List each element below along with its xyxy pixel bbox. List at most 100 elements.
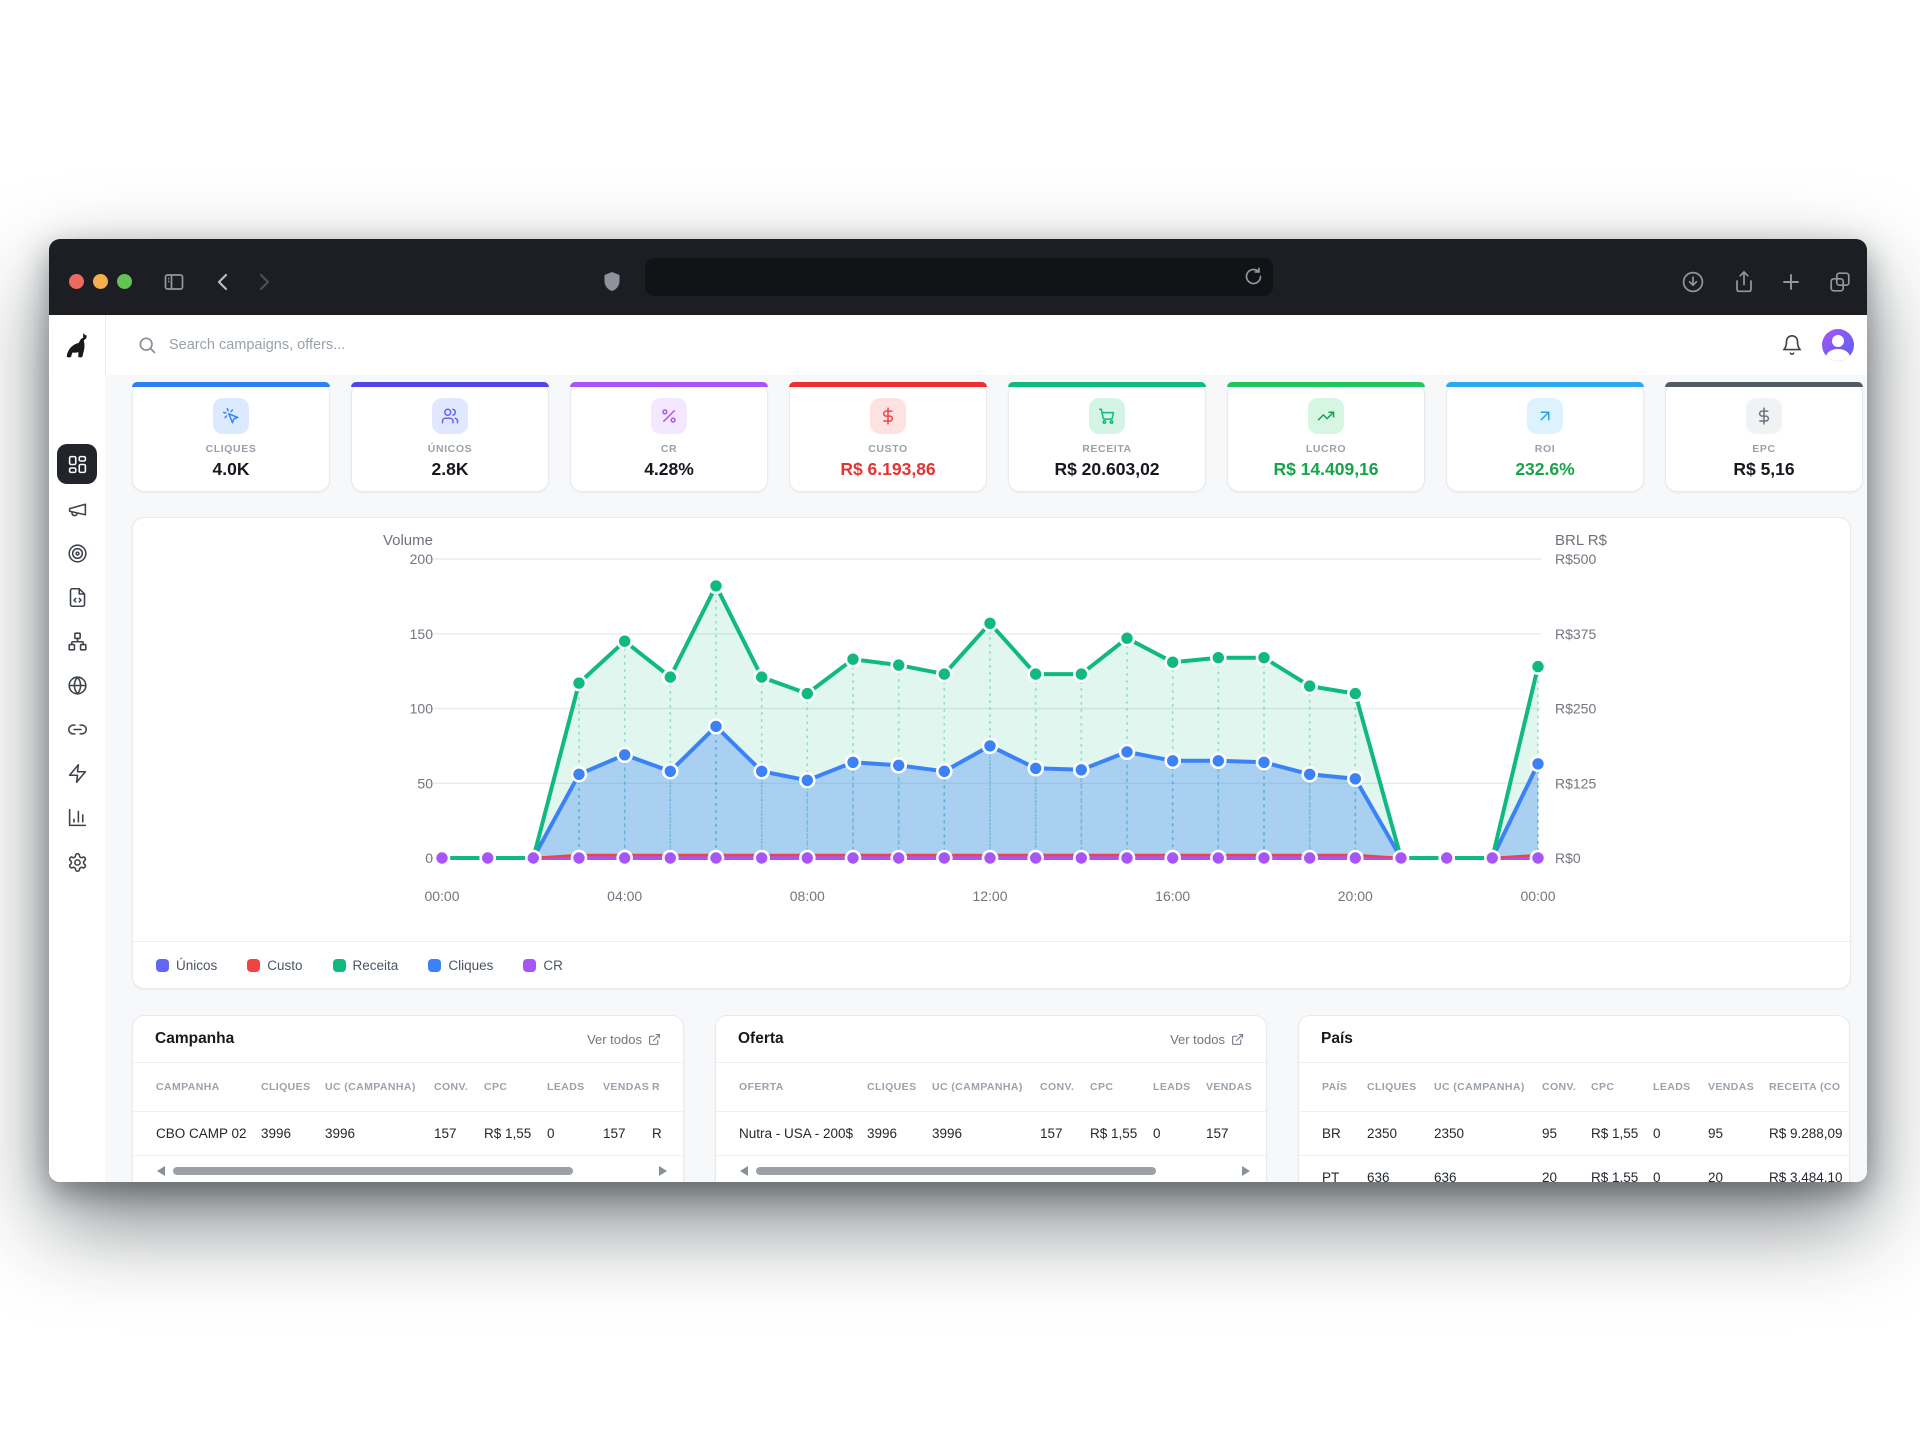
legend-item-cliques[interactable]: Cliques xyxy=(428,958,493,973)
kpi-value: R$ 14.409,16 xyxy=(1228,459,1424,480)
new-tab-icon[interactable] xyxy=(1779,270,1803,294)
scroll-right-arrow[interactable] xyxy=(659,1166,667,1176)
column-header: VENDAS xyxy=(1708,1081,1769,1093)
view-all-link[interactable]: Ver todos xyxy=(587,1032,661,1047)
kpi-row: CLIQUES 4.0K ÚNICOS 2.8K CR 4.28% CUSTO … xyxy=(132,382,1850,490)
kpi-card-cliques: CLIQUES 4.0K xyxy=(132,382,330,492)
legend-label: Custo xyxy=(267,958,302,973)
sidebar-item-dashboard-grid[interactable] xyxy=(57,444,97,484)
scrollbar-thumb[interactable] xyxy=(173,1167,573,1175)
browser-toolbar xyxy=(49,239,1867,315)
table-scrollbar[interactable] xyxy=(716,1162,1266,1180)
legend-item-receita[interactable]: Receita xyxy=(333,958,399,973)
table-cell: 95 xyxy=(1542,1126,1591,1141)
table-column-row: CAMPANHACLIQUESUC (CAMPANHA)CONV.CPCLEAD… xyxy=(133,1063,683,1112)
table-column-row: OFERTACLIQUESUC (CAMPANHA)CONV.CPCLEADSV… xyxy=(716,1063,1266,1112)
kpi-label: LUCRO xyxy=(1228,443,1424,455)
view-all-link[interactable]: Ver todos xyxy=(1170,1032,1244,1047)
svg-text:50: 50 xyxy=(417,775,433,791)
scrollbar-thumb[interactable] xyxy=(756,1167,1156,1175)
cart-icon xyxy=(1098,407,1116,425)
table-cell: R$ 1,55 xyxy=(484,1126,547,1141)
legend-item-cr[interactable]: CR xyxy=(523,958,563,973)
svg-text:R$0: R$0 xyxy=(1555,850,1581,866)
tab-overview-icon[interactable] xyxy=(1828,270,1852,294)
svg-text:00:00: 00:00 xyxy=(424,888,459,904)
scroll-right-arrow[interactable] xyxy=(1242,1166,1250,1176)
search-input[interactable] xyxy=(167,336,591,354)
table-header: OfertaVer todos xyxy=(716,1016,1266,1063)
kpi-label: ÚNICOS xyxy=(352,443,548,455)
table-cell: 2350 xyxy=(1434,1126,1542,1141)
svg-text:R$250: R$250 xyxy=(1555,701,1596,717)
minimize-window-button[interactable] xyxy=(93,274,108,289)
sidebar-item-megaphone[interactable] xyxy=(57,489,97,529)
legend-item-únicos[interactable]: Únicos xyxy=(156,958,217,973)
legend-label: Receita xyxy=(353,958,399,973)
svg-text:200: 200 xyxy=(410,551,434,567)
kpi-card-únicos: ÚNICOS 2.8K xyxy=(351,382,549,492)
kpi-label: CR xyxy=(571,443,767,455)
dog-logo-icon xyxy=(62,330,92,360)
external-link-icon xyxy=(1231,1033,1244,1046)
sidebar-item-sitemap[interactable] xyxy=(57,621,97,661)
legend-item-custo[interactable]: Custo xyxy=(247,958,302,973)
back-icon[interactable] xyxy=(212,270,236,294)
browser-window: CLIQUES 4.0K ÚNICOS 2.8K CR 4.28% CUSTO … xyxy=(49,239,1867,1182)
privacy-shield-icon[interactable] xyxy=(600,270,624,294)
kpi-label: ROI xyxy=(1447,443,1643,455)
app-logo[interactable] xyxy=(49,315,106,375)
scroll-left-arrow[interactable] xyxy=(740,1166,748,1176)
kpi-value: R$ 20.603,02 xyxy=(1009,459,1205,480)
sidebar-item-zap[interactable] xyxy=(57,753,97,793)
svg-text:150: 150 xyxy=(410,626,434,642)
sidebar-item-link[interactable] xyxy=(57,709,97,749)
kpi-value: R$ 6.193,86 xyxy=(790,459,986,480)
table-row: BR2350235095R$ 1,55095R$ 9.288,09 xyxy=(1299,1112,1849,1156)
table-cell: 2350 xyxy=(1367,1126,1434,1141)
table-row: Nutra - USA - 200$39963996157R$ 1,550157 xyxy=(716,1112,1266,1156)
sidebar-item-file-code[interactable] xyxy=(57,577,97,617)
svg-text:04:00: 04:00 xyxy=(607,888,642,904)
cursor-click-icon xyxy=(222,407,240,425)
global-search[interactable] xyxy=(137,315,637,375)
table-cell: BR xyxy=(1322,1126,1367,1141)
svg-text:12:00: 12:00 xyxy=(972,888,1007,904)
arrow-up-right-icon xyxy=(1536,407,1554,425)
downloads-icon[interactable] xyxy=(1681,270,1705,294)
column-header: UC (CAMPANHA) xyxy=(1434,1081,1542,1093)
kpi-label: CUSTO xyxy=(790,443,986,455)
share-icon[interactable] xyxy=(1732,270,1756,294)
table-cell: 3996 xyxy=(261,1126,325,1141)
user-avatar[interactable] xyxy=(1822,329,1854,361)
browser-sidebar-toggle-icon[interactable] xyxy=(162,270,186,294)
sidebar-item-target[interactable] xyxy=(57,533,97,573)
kpi-value: 2.8K xyxy=(352,459,548,480)
forward-icon[interactable] xyxy=(251,270,275,294)
traffic-chart-card: Volume BRL R$ 0R$050R$125100R$250150R$37… xyxy=(132,517,1851,989)
url-input[interactable] xyxy=(659,262,1233,292)
column-header: OFERTA xyxy=(739,1081,867,1093)
table-header: País xyxy=(1299,1016,1849,1063)
sidebar-item-bar-chart[interactable] xyxy=(57,797,97,837)
sidebar-item-globe[interactable] xyxy=(57,665,97,705)
address-bar[interactable] xyxy=(645,258,1273,296)
legend-swatch xyxy=(156,959,169,972)
scroll-left-arrow[interactable] xyxy=(157,1166,165,1176)
zoom-window-button[interactable] xyxy=(117,274,132,289)
legend-swatch xyxy=(428,959,441,972)
kpi-accent-bar xyxy=(351,382,549,387)
close-window-button[interactable] xyxy=(69,274,84,289)
legend-swatch xyxy=(523,959,536,972)
reload-icon[interactable] xyxy=(1243,266,1264,287)
svg-text:16:00: 16:00 xyxy=(1155,888,1190,904)
users-icon xyxy=(441,407,459,425)
table-scrollbar[interactable] xyxy=(133,1162,683,1180)
kpi-label: EPC xyxy=(1666,443,1862,455)
notifications-bell-icon[interactable] xyxy=(1781,334,1803,356)
kpi-accent-bar xyxy=(1665,382,1863,387)
table-header: CampanhaVer todos xyxy=(133,1016,683,1063)
sidebar-item-settings[interactable] xyxy=(57,842,97,882)
column-header: CONV. xyxy=(1040,1081,1090,1093)
legend-swatch xyxy=(333,959,346,972)
